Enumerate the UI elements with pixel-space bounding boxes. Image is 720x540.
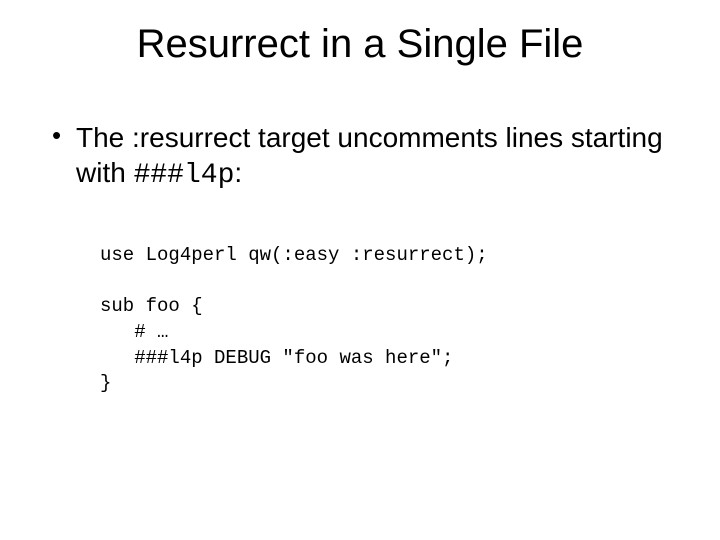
bullet-text-suffix: :	[234, 157, 242, 188]
bullet-inline-code: ###l4p	[134, 160, 235, 191]
code-line-6: }	[100, 372, 111, 394]
slide-body: The :resurrect target uncomments lines s…	[48, 120, 672, 397]
code-line-3: sub foo {	[100, 295, 203, 317]
slide-title: Resurrect in a Single File	[0, 22, 720, 67]
code-block: use Log4perl qw(:easy :resurrect); sub f…	[100, 243, 672, 397]
code-line-4: # …	[100, 321, 168, 343]
code-line-1: use Log4perl qw(:easy :resurrect);	[100, 244, 488, 266]
code-line-5: ###l4p DEBUG "foo was here";	[100, 347, 453, 369]
bullet-item-1: The :resurrect target uncomments lines s…	[48, 120, 672, 193]
bullet-list: The :resurrect target uncomments lines s…	[48, 120, 672, 193]
slide: Resurrect in a Single File The :resurrec…	[0, 0, 720, 540]
